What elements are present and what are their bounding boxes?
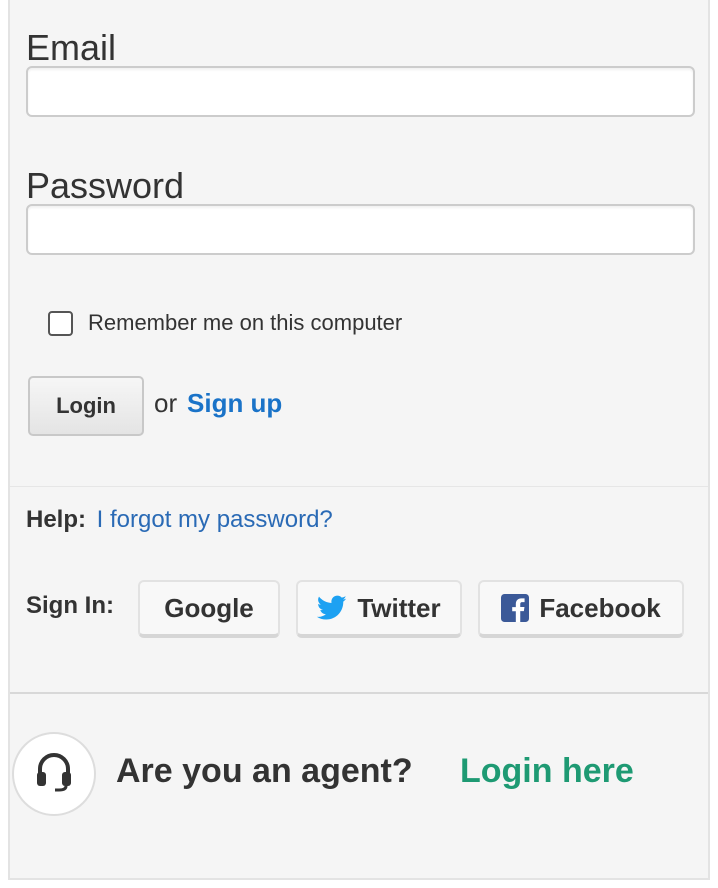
password-field[interactable] [26, 204, 695, 255]
remember-me-label[interactable]: Remember me on this computer [88, 310, 402, 336]
google-label: Google [164, 592, 254, 623]
signin-label: Sign In: [26, 592, 114, 619]
google-signin-button[interactable]: Google [138, 580, 280, 638]
email-field[interactable] [26, 66, 695, 117]
help-row: Help: I forgot my password? [26, 506, 333, 534]
remember-me-row: Remember me on this computer [48, 310, 402, 336]
agent-question: Are you an agent? [116, 752, 413, 790]
agent-avatar [12, 732, 96, 816]
facebook-icon [501, 594, 530, 622]
or-text: or [154, 388, 178, 418]
headset-icon [35, 752, 73, 797]
agent-login-link[interactable]: Login here [460, 752, 634, 791]
facebook-signin-button[interactable]: Facebook [478, 580, 684, 638]
remember-me-checkbox[interactable] [48, 310, 73, 336]
login-button[interactable]: Login [28, 376, 144, 436]
section-divider [10, 486, 708, 487]
help-label: Help: [26, 506, 86, 533]
agent-section-divider [10, 692, 708, 694]
signup-link[interactable]: Sign up [187, 388, 282, 419]
twitter-label: Twitter [357, 592, 441, 623]
email-label: Email [26, 27, 117, 68]
facebook-label: Facebook [539, 592, 661, 623]
login-panel: Email Password Remember me on this compu… [8, 0, 710, 880]
twitter-bird-icon [317, 595, 347, 621]
password-label: Password [26, 165, 185, 206]
twitter-signin-button[interactable]: Twitter [296, 580, 462, 638]
forgot-password-link[interactable]: I forgot my password? [97, 506, 333, 533]
